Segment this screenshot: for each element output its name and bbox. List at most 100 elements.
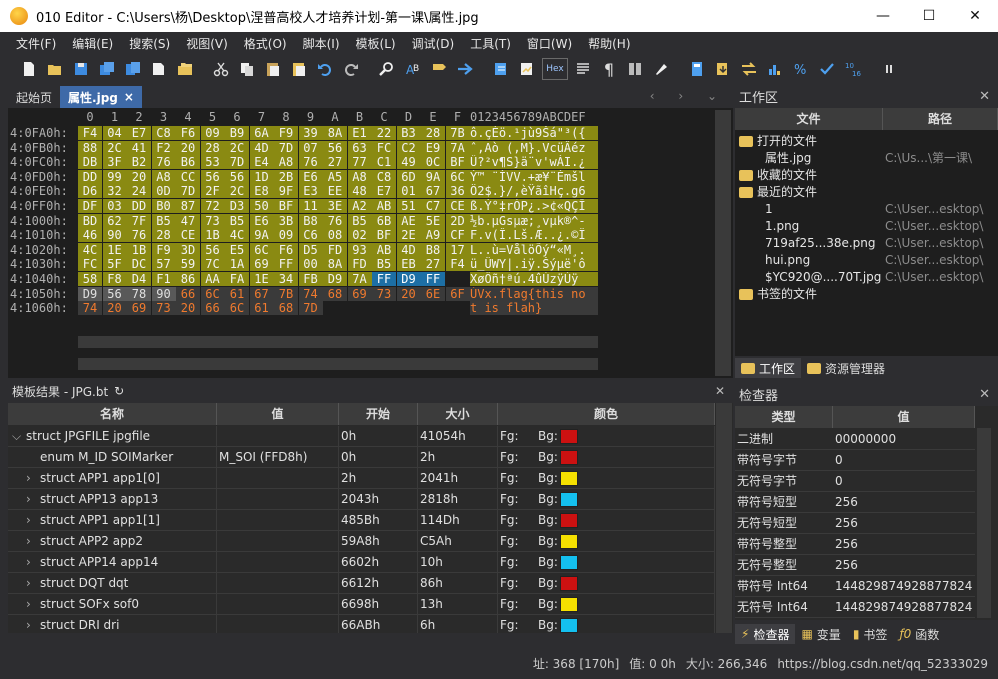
col-start[interactable]: 开始 bbox=[339, 403, 418, 425]
hex-byte[interactable]: 2C bbox=[225, 140, 249, 155]
refresh-icon[interactable]: ↻ bbox=[114, 384, 124, 398]
hex-byte[interactable]: 6E bbox=[421, 286, 445, 301]
menu-view[interactable]: 视图(V) bbox=[178, 35, 236, 52]
hex-byte[interactable]: A8 bbox=[151, 169, 176, 184]
hex-byte[interactable]: F1 bbox=[151, 272, 176, 286]
undo-button[interactable] bbox=[314, 58, 336, 80]
columns-button[interactable] bbox=[624, 58, 646, 80]
hex-byte[interactable]: AE bbox=[396, 213, 421, 228]
export-button[interactable] bbox=[738, 58, 760, 80]
hex-byte[interactable]: 7C bbox=[200, 257, 225, 272]
expand-chevron-icon[interactable]: › bbox=[26, 594, 40, 615]
checksum-button[interactable] bbox=[816, 58, 838, 80]
hex-byte[interactable]: 32 bbox=[102, 184, 127, 199]
open-file-button[interactable] bbox=[44, 58, 66, 80]
workspace-file[interactable]: $YC920@....70T.jpg C:\User...esktop\ bbox=[735, 269, 998, 286]
close-file-button[interactable] bbox=[148, 58, 170, 80]
color-swatch[interactable] bbox=[560, 555, 578, 570]
hex-byte[interactable]: 69 bbox=[347, 286, 372, 301]
hex-byte[interactable]: B5 bbox=[225, 213, 249, 228]
hex-byte[interactable]: 4C bbox=[78, 242, 102, 257]
copy-button[interactable] bbox=[236, 58, 258, 80]
workspace-folder[interactable]: 打开的文件 bbox=[735, 133, 998, 150]
hex-byte[interactable]: A2 bbox=[347, 199, 372, 213]
template-row[interactable]: › struct APP13 app13 2043h 2818h Fg: Bg: bbox=[8, 489, 715, 510]
hex-byte[interactable]: 74 bbox=[78, 301, 102, 316]
hex-byte[interactable]: BD bbox=[78, 213, 102, 228]
color-swatch[interactable] bbox=[560, 492, 578, 507]
menu-file[interactable]: 文件(F) bbox=[8, 35, 64, 52]
hex-byte[interactable]: 7D bbox=[225, 155, 249, 170]
hex-byte[interactable]: 1B bbox=[200, 228, 225, 243]
hex-byte[interactable]: 20 bbox=[176, 301, 200, 316]
hex-byte[interactable]: F4 bbox=[445, 257, 470, 272]
hex-byte[interactable]: 87 bbox=[176, 199, 200, 213]
hex-byte[interactable]: 0D bbox=[151, 184, 176, 199]
expand-chevron-icon[interactable]: › bbox=[26, 615, 40, 633]
ascii-row[interactable]: XøÔñ†ªú.4ûÙzÿÙÿ bbox=[470, 272, 598, 286]
hex-byte[interactable]: 47 bbox=[176, 213, 200, 228]
hex-byte[interactable]: 57 bbox=[151, 257, 176, 272]
tab-bookmarks[interactable]: ▮ 书签 bbox=[847, 624, 894, 644]
hex-byte[interactable]: 49 bbox=[396, 155, 421, 170]
template-row[interactable]: ⌵ struct JPGFILE jpgfile 0h 41054h Fg: Bg: bbox=[8, 426, 715, 447]
hex-byte[interactable]: FA bbox=[225, 272, 249, 286]
hex-byte[interactable]: 4D bbox=[249, 140, 274, 155]
hex-byte[interactable]: 6D bbox=[396, 169, 421, 184]
template-row[interactable]: › struct APP14 app14 6602h 10h Fg: Bg: bbox=[8, 552, 715, 573]
hex-byte[interactable]: F6 bbox=[176, 126, 200, 140]
base-convert-button[interactable]: 10 16 bbox=[842, 58, 864, 80]
hex-byte[interactable]: 09 bbox=[274, 228, 298, 243]
hex-byte[interactable]: DC bbox=[127, 257, 151, 272]
inspector-row[interactable]: 无符号整型 256 bbox=[735, 555, 975, 576]
hex-byte[interactable]: 69 bbox=[127, 301, 151, 316]
hex-byte[interactable]: 68 bbox=[274, 301, 298, 316]
hex-byte[interactable]: E8 bbox=[249, 184, 274, 199]
hex-byte[interactable]: C7 bbox=[421, 199, 445, 213]
hex-byte[interactable]: 00 bbox=[298, 257, 323, 272]
color-swatch[interactable] bbox=[560, 597, 578, 612]
find-in-files-button[interactable] bbox=[428, 58, 450, 80]
hex-byte[interactable]: 56 bbox=[225, 169, 249, 184]
tab-file[interactable]: 属性.jpg × bbox=[60, 86, 142, 108]
hex-byte[interactable]: 68 bbox=[323, 286, 347, 301]
hex-byte[interactable]: FF bbox=[274, 257, 298, 272]
hex-byte[interactable]: A9 bbox=[421, 228, 445, 243]
hex-byte[interactable]: 99 bbox=[102, 169, 127, 184]
hex-byte[interactable]: BF bbox=[445, 155, 470, 170]
inspector-scrollbar[interactable] bbox=[977, 428, 991, 618]
inspector-row[interactable]: 二进制 00000000 bbox=[735, 429, 975, 450]
hex-byte[interactable]: 66 bbox=[176, 286, 200, 301]
hex-byte[interactable]: 02 bbox=[347, 228, 372, 243]
hex-byte[interactable]: 63 bbox=[347, 140, 372, 155]
hex-byte[interactable]: AA bbox=[200, 272, 225, 286]
hex-byte[interactable]: 3D bbox=[176, 242, 200, 257]
hex-scrollbar[interactable] bbox=[715, 110, 731, 376]
hex-byte[interactable]: C1 bbox=[372, 155, 396, 170]
hex-byte[interactable]: 39 bbox=[298, 126, 323, 140]
hex-byte[interactable]: 03 bbox=[102, 199, 127, 213]
hex-byte[interactable]: A5 bbox=[323, 169, 347, 184]
ascii-row[interactable]: ½b.µGsµæ;¸vµk®^- bbox=[470, 213, 598, 228]
hex-byte[interactable]: 56 bbox=[200, 169, 225, 184]
hex-byte[interactable]: 28 bbox=[421, 126, 445, 140]
col-value[interactable]: 值 bbox=[217, 403, 339, 425]
workspace-folder[interactable]: 收藏的文件 bbox=[735, 167, 998, 184]
ascii-row[interactable]: F.v(Î.Lš.Æ..¿.©Ï bbox=[470, 228, 598, 243]
hex-byte[interactable]: 72 bbox=[200, 199, 225, 213]
hex-byte[interactable]: E5 bbox=[225, 242, 249, 257]
hex-byte[interactable]: D4 bbox=[127, 272, 151, 286]
hex-byte[interactable]: 66 bbox=[200, 301, 225, 316]
hex-byte[interactable]: A8 bbox=[347, 169, 372, 184]
hex-byte[interactable]: 5F bbox=[102, 257, 127, 272]
hex-byte[interactable]: 20 bbox=[127, 169, 151, 184]
insp-col-type[interactable]: 类型 bbox=[735, 406, 833, 428]
hex-byte[interactable]: 9A bbox=[249, 228, 274, 243]
hex-byte[interactable]: 7F bbox=[127, 213, 151, 228]
hex-byte[interactable]: 11 bbox=[298, 199, 323, 213]
maximize-button[interactable]: ☐ bbox=[906, 0, 952, 32]
workspace-file[interactable]: 1.png C:\User...esktop\ bbox=[735, 218, 998, 235]
save-all-button[interactable] bbox=[122, 58, 144, 80]
hex-byte[interactable]: E3 bbox=[298, 184, 323, 199]
hex-byte[interactable]: E9 bbox=[421, 140, 445, 155]
